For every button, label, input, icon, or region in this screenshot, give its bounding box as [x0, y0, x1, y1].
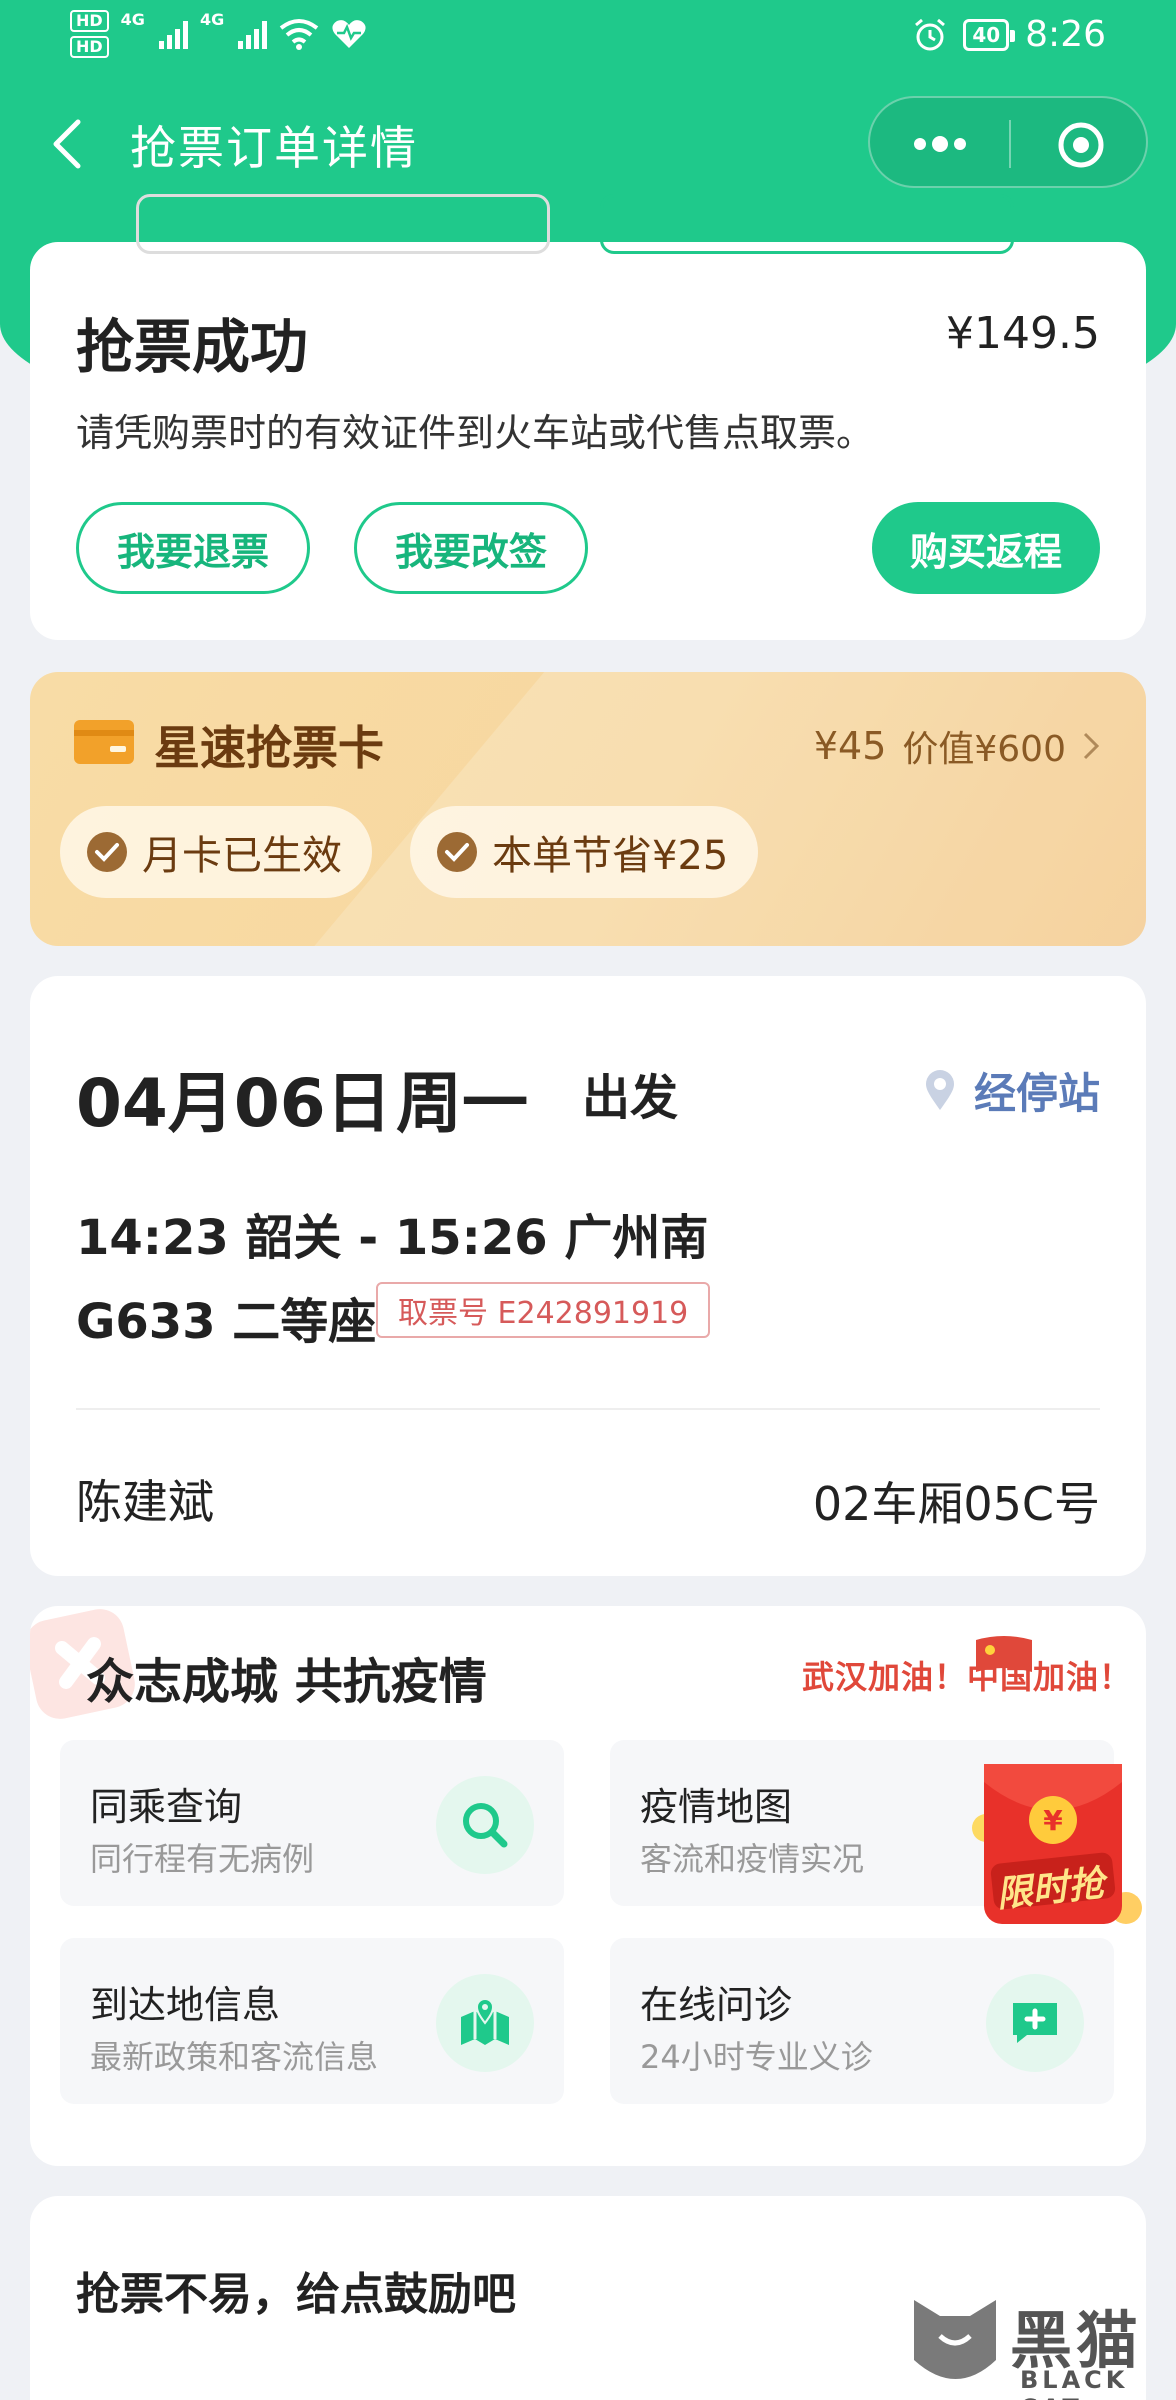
order-price: ¥149.5	[946, 308, 1100, 359]
signal-icon	[238, 19, 268, 49]
speed-card-value: 价值¥600	[902, 729, 1066, 770]
tile-subtitle: 客流和疫情实况	[640, 1840, 865, 1878]
savings-badge: 本单节省¥25	[410, 806, 759, 898]
clock: 8:26	[1025, 14, 1106, 55]
page-title: 抢票订单详情	[130, 121, 418, 175]
wifi-icon	[279, 19, 319, 50]
mini-program-capsule	[868, 96, 1148, 188]
seat-number: 02车厢05C号	[812, 1477, 1100, 1531]
svg-text:¥: ¥	[1043, 1804, 1063, 1837]
divider	[76, 1408, 1100, 1410]
train-and-seat-class: G633 二等座	[76, 1294, 377, 1350]
destination-info-tile[interactable]: 到达地信息 最新政策和客流信息	[60, 1938, 564, 2104]
tile-title: 同乘查询	[90, 1785, 243, 1829]
epidemic-title: 众志成城 共抗疫情	[86, 1654, 487, 1710]
back-arrow-icon[interactable]	[44, 116, 94, 172]
speed-card-title: 星速抢票卡	[154, 721, 384, 775]
reward-option-selected[interactable]	[600, 194, 1014, 254]
trip-weekday: 周一	[396, 1065, 528, 1142]
status-left: HD HD 4G 4G	[70, 10, 367, 58]
tile-title: 到达地信息	[90, 1983, 281, 2027]
heart-rate-icon	[332, 20, 366, 48]
alarm-icon	[915, 18, 946, 50]
tile-title: 疫情地图	[640, 1785, 793, 1829]
capsule-divider	[1009, 120, 1011, 168]
nav-bar: 抢票订单详情	[0, 88, 1176, 198]
buy-return-button[interactable]: 购买返程	[872, 502, 1100, 594]
stops-link[interactable]: 经停站	[924, 1060, 1100, 1121]
speed-ticket-card[interactable]: 星速抢票卡 ¥45 价值¥600 月卡已生效 本单节省¥25	[30, 672, 1146, 946]
chat-plus-icon	[986, 1974, 1084, 2072]
tile-title: 在线问诊	[640, 1983, 793, 2027]
monthly-card-badge: 月卡已生效	[60, 806, 372, 898]
tile-subtitle: 同行程有无病例	[90, 1840, 315, 1878]
stops-label: 经停站	[973, 1069, 1100, 1118]
status-bar: HD HD 4G 4G 40 8:26	[0, 0, 1176, 72]
trip-info-card: 04月06日 周一 出发 经停站 14:23 韶关 - 15:26 广州南 G6…	[30, 976, 1146, 1576]
depart-label: 出发	[582, 1070, 679, 1126]
hd-label: HD	[70, 36, 109, 58]
battery-icon: 40	[963, 18, 1015, 51]
network-label: 4G	[199, 10, 225, 29]
online-consultation-tile[interactable]: 在线问诊 24小时专业义诊	[610, 1938, 1114, 2104]
change-ticket-button[interactable]: 我要改签	[354, 502, 588, 594]
card-icon	[74, 720, 134, 764]
chevron-right-icon	[1083, 732, 1100, 760]
more-icon[interactable]	[910, 132, 970, 156]
map-icon	[436, 1974, 534, 2072]
order-status-card: 抢票成功 ¥149.5 请凭购票时的有效证件到火车站或代售点取票。 我要退票 我…	[30, 242, 1146, 640]
watermark-subtext: BLACK CAT	[1020, 2366, 1129, 2400]
signal-icon	[158, 19, 188, 49]
encourage-title: 抢票不易，给点鼓励吧	[76, 2269, 516, 2320]
badge-label: 本单节省¥25	[492, 833, 729, 879]
close-miniprogram-icon[interactable]	[1056, 120, 1106, 170]
speed-card-price-row[interactable]: ¥45 价值¥600	[814, 720, 1100, 772]
check-circle-icon	[87, 832, 127, 872]
status-title: 抢票成功	[76, 313, 309, 381]
reward-option[interactable]	[136, 194, 550, 254]
passenger-name: 陈建斌	[76, 1475, 214, 1529]
hd-label: HD	[70, 10, 109, 32]
trip-route: 14:23 韶关 - 15:26 广州南	[76, 1210, 709, 1266]
speed-card-price: ¥45	[813, 724, 887, 768]
search-icon	[436, 1776, 534, 1874]
co-passenger-query-tile[interactable]: 同乘查询 同行程有无病例	[60, 1740, 564, 1906]
epidemic-slogan: 武汉加油！中国加油！	[801, 1658, 1132, 1696]
tile-subtitle: 最新政策和客流信息	[90, 2038, 379, 2076]
pickup-number-tag: 取票号 E242891919	[376, 1282, 711, 1338]
pickup-instructions: 请凭购票时的有效证件到火车站或代售点取票。	[76, 411, 875, 455]
status-right: 40 8:26	[913, 14, 1106, 55]
location-pin-icon	[925, 1069, 954, 1110]
hd-indicator: HD HD	[70, 10, 109, 58]
badge-label: 月卡已生效	[142, 833, 342, 879]
trip-date: 04月06日	[76, 1065, 392, 1142]
tile-subtitle: 24小时专业义诊	[640, 2038, 873, 2076]
check-circle-icon	[437, 832, 477, 872]
network-label: 4G	[120, 10, 145, 29]
refund-button[interactable]: 我要退票	[76, 502, 310, 594]
